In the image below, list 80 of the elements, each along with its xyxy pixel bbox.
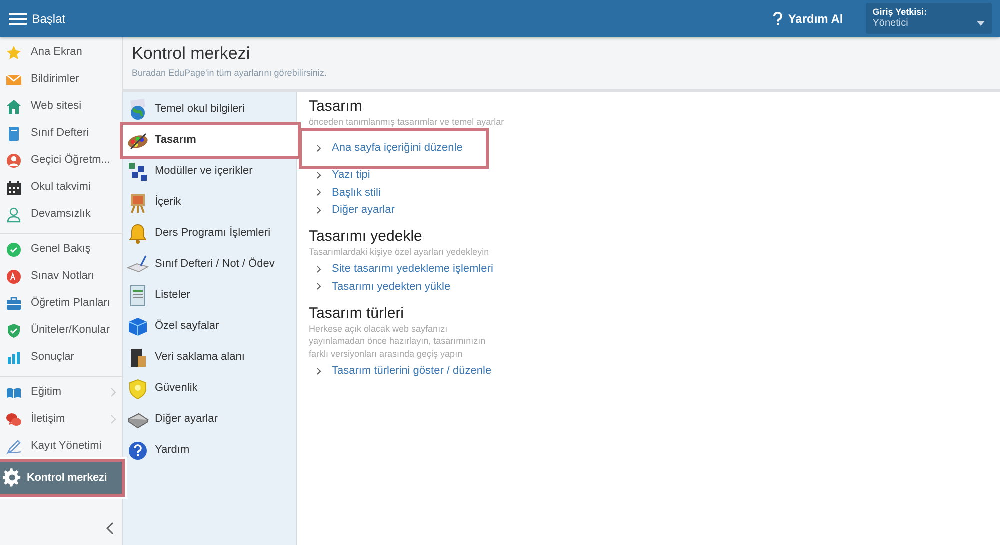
- settings-link[interactable]: Site tasarımı yedekleme işlemleri: [309, 260, 988, 278]
- category-item[interactable]: Diğer ayarlar: [123, 404, 296, 435]
- settings-link[interactable]: Tasarımı yedekten yükle: [309, 278, 988, 296]
- sidebar-item[interactable]: Web sitesi: [0, 93, 122, 120]
- notebook-icon: [127, 254, 149, 276]
- person-icon: [6, 152, 22, 168]
- chevron-icon: [317, 206, 321, 214]
- bar-chart-icon: [6, 350, 22, 366]
- chevron-icon: [317, 368, 321, 375]
- calendar-icon: [6, 180, 22, 196]
- person-icon: [6, 206, 22, 222]
- sidebar-item[interactable]: Sonuçlar: [0, 344, 122, 371]
- chevron-icon: [111, 415, 116, 424]
- network-icon: [127, 160, 149, 182]
- category-item[interactable]: Tasarım: [123, 125, 298, 156]
- section-description: Tasarımlardaki kişiye özel ayarları yedekleyin: [309, 246, 490, 259]
- sidebar-item[interactable]: Kontrol merkezi: [0, 462, 122, 494]
- role-value: Yönetici: [872, 18, 908, 30]
- chevron-icon: [317, 283, 321, 290]
- help-button[interactable]: Yardım Al: [766, 8, 850, 28]
- section-title: Tasarım: [309, 98, 364, 116]
- category-item[interactable]: Güvenlik: [123, 373, 296, 404]
- sidebar-item[interactable]: Eğitim: [0, 379, 122, 406]
- pen-icon: [6, 438, 22, 454]
- role-label: Giriş Yetkisi:: [872, 7, 928, 18]
- cube-icon: [127, 316, 149, 338]
- category-item[interactable]: Yardım: [123, 435, 296, 466]
- caret-icon: [976, 21, 985, 26]
- grade-icon: [6, 268, 22, 284]
- book-icon: [6, 126, 22, 142]
- shield-icon: [127, 378, 149, 400]
- sidebar-item[interactable]: Okul takvimi: [0, 174, 122, 201]
- shield-icon: [6, 322, 22, 338]
- chevron-icon: [317, 189, 321, 196]
- help-icon: [772, 12, 783, 26]
- section-title: Tasarımı yedekle: [309, 228, 424, 246]
- menu-icon: [8, 12, 27, 26]
- sidebar-item[interactable]: Sınav Notları: [0, 263, 122, 290]
- chevron-icon: [317, 172, 321, 179]
- chevron-icon: [317, 144, 321, 152]
- sidebar-item[interactable]: Ana Ekran: [0, 39, 122, 66]
- page-subtitle: Buradan EduPage'in tüm ayarlarını görebilirsiniz.: [132, 67, 328, 80]
- section-description: Herkese açık olacak web sayfanızı yayınlamadan önce hazırlayın, tasarımınızın farklı versiyonları arasında geçiş yapın: [309, 322, 487, 360]
- sidebar-item[interactable]: Geçici Öğretm...: [0, 147, 122, 174]
- settings-icon: [3, 467, 23, 489]
- chevron-icon: [111, 388, 116, 397]
- sidebar-item[interactable]: Devamsızlık: [0, 201, 122, 228]
- category-item[interactable]: Özel sayfalar: [123, 311, 296, 342]
- section-title: Tasarım türleri: [309, 304, 406, 323]
- check-icon: [6, 242, 22, 258]
- star-icon: [6, 44, 22, 60]
- settings-link[interactable]: Diğer ayarlar: [309, 202, 988, 220]
- chat-icon: [6, 412, 22, 428]
- settings-link[interactable]: Tasarım türlerini göster / düzenle: [309, 362, 988, 380]
- section-description: önceden tanımlanmış tasarımlar ve temel ayarlar: [309, 116, 505, 129]
- sidebar-item[interactable]: Üniteler/Konular: [0, 317, 122, 344]
- category-item[interactable]: İçerik: [123, 187, 296, 218]
- briefcase-icon: [6, 296, 22, 312]
- role-dropdown[interactable]: Giriş Yetkisi: Yönetici: [866, 3, 992, 34]
- bell-icon: [127, 222, 149, 244]
- category-item[interactable]: Modüller ve içerikler: [123, 156, 296, 187]
- collapse-icon[interactable]: [106, 522, 114, 535]
- category-item[interactable]: Veri saklama alanı: [123, 342, 296, 373]
- sidebar-item[interactable]: İletişim: [0, 406, 122, 433]
- sidebar-item[interactable]: Bildirimler: [0, 66, 122, 93]
- sidebar-item[interactable]: Kayıt Yönetimi: [0, 433, 122, 460]
- category-item[interactable]: Sınıf Defteri / Not / Ödev: [123, 249, 296, 280]
- help-icon: [127, 440, 149, 462]
- sidebar-item[interactable]: Sınıf Defteri: [0, 120, 122, 147]
- category-item[interactable]: Listeler: [123, 280, 296, 311]
- menu-button[interactable]: Başlat: [2, 10, 72, 28]
- house-icon: [6, 98, 22, 114]
- envelope-icon: [6, 72, 22, 88]
- chevron-icon: [317, 266, 321, 273]
- settings-link[interactable]: Başlık stili: [309, 184, 988, 202]
- category-item[interactable]: Ders Programı İşlemleri: [123, 218, 296, 249]
- sidebar-item[interactable]: Öğretim Planları: [0, 290, 122, 317]
- page-title: Kontrol merkezi: [132, 44, 252, 64]
- settings-link[interactable]: Yazı tipi: [309, 166, 988, 184]
- sidebar-item[interactable]: Genel Bakış: [0, 236, 122, 263]
